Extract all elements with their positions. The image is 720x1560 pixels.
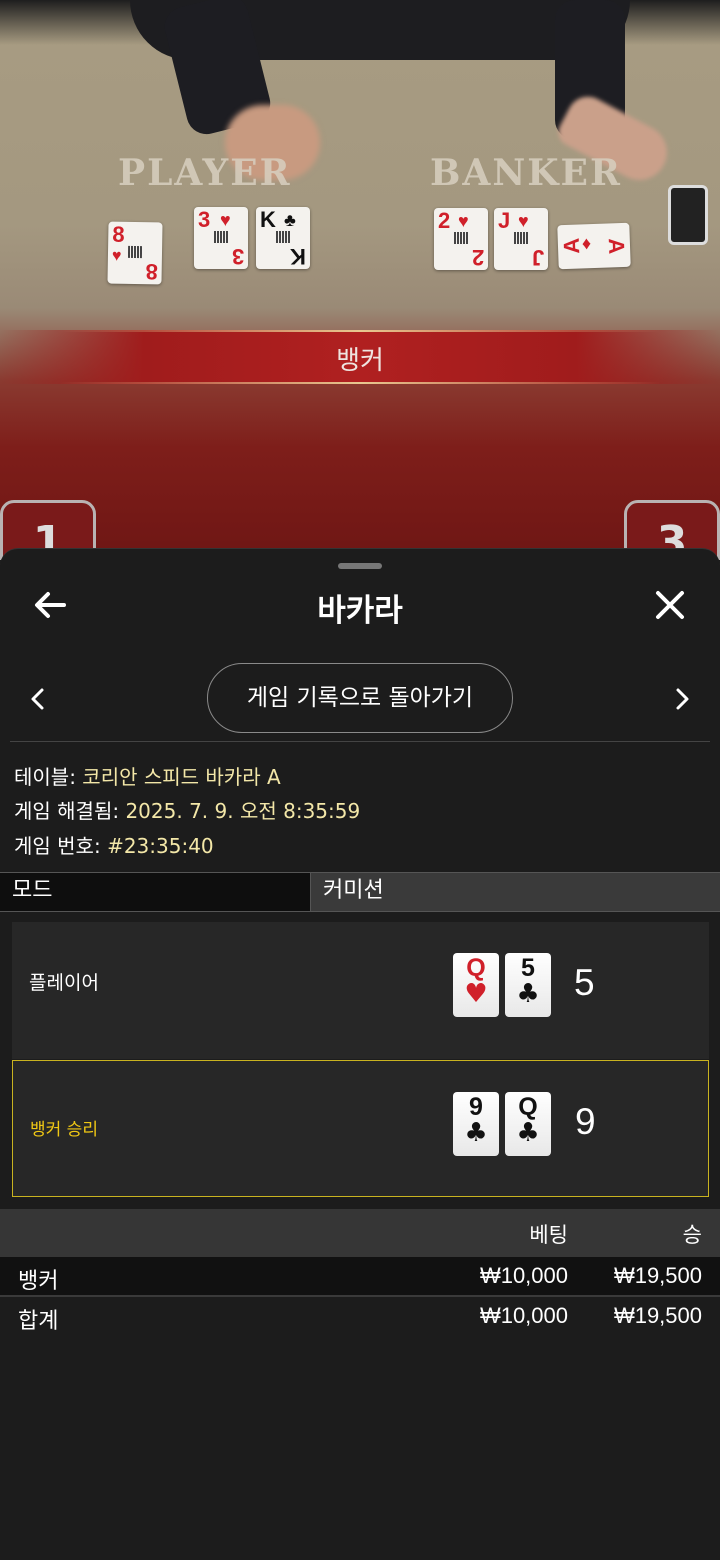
divider	[10, 741, 710, 742]
info-resolved-label: 게임 해결됨:	[14, 799, 126, 823]
card-barcode	[127, 245, 143, 259]
bet-name: 뱅커	[18, 1269, 59, 1294]
hand-row-banker: 뱅커 승리 9 ♣ Q ♣ 9	[12, 1060, 709, 1197]
table-card-rank: 3	[198, 207, 211, 232]
result-card: 9 ♣	[453, 1092, 499, 1156]
game-history-sheet: 바카라 게임 기록으로 돌아가기 테이블: 코리안 스피드 바카라 A 게임 해…	[0, 548, 720, 1560]
table-card-banker-3: A ♦ A	[557, 222, 631, 270]
result-banner-text: 뱅커	[336, 346, 384, 376]
table-card-rank-inverted: 3	[231, 244, 244, 269]
table-card-suit: ♣	[284, 210, 296, 230]
bet-amount: ₩10,000	[479, 1263, 568, 1288]
live-video-feed: PLAYER BANKER 8 ♥ 8 3 ♥ 3 K ♣ K 2 ♥ 2 J …	[0, 0, 720, 560]
info-table: 테이블: 코리안 스피드 바카라 A	[14, 761, 281, 790]
chevron-right-icon[interactable]	[668, 685, 696, 713]
bets-header-bet: 베팅	[529, 1223, 568, 1247]
hand-label-banker-win: 뱅커 승리	[30, 1120, 98, 1140]
card-barcode	[214, 231, 228, 243]
table-card-rank: 2	[438, 208, 451, 233]
hand-score-player: 5	[574, 962, 595, 1003]
bets-table-header: 베팅 승	[0, 1209, 720, 1257]
card-barcode	[454, 232, 468, 244]
win-amount: ₩19,500	[613, 1263, 702, 1288]
card-suit: ♣	[516, 1118, 540, 1148]
table-label-player: PLAYER	[118, 152, 292, 194]
drag-handle[interactable]	[338, 563, 382, 569]
total-win-amount: ₩19,500	[613, 1303, 702, 1328]
info-table-value: 코리안 스피드 바카라 A	[82, 765, 281, 789]
table-card-rank-inverted: K	[290, 244, 306, 269]
result-card: 5 ♣	[505, 953, 551, 1017]
sheet-title: 바카라	[317, 593, 403, 629]
chevron-left-icon[interactable]	[24, 685, 52, 713]
card-shoe	[668, 185, 708, 245]
tab-commission[interactable]: 커미션	[311, 873, 720, 911]
table-card-suit: ♥	[458, 211, 469, 231]
close-icon[interactable]	[650, 585, 690, 625]
card-suit: ♣	[516, 979, 540, 1009]
hand-score-banker: 9	[575, 1101, 596, 1142]
table-card-rank-inverted: 8	[145, 259, 158, 285]
info-resolved: 게임 해결됨: 2025. 7. 9. 오전 8:35:59	[14, 795, 360, 824]
total-bet-amount: ₩10,000	[479, 1303, 568, 1328]
info-round-label: 게임 번호:	[14, 834, 108, 858]
info-round-value: #23:35:40	[107, 834, 214, 858]
table-label-banker: BANKER	[430, 152, 622, 194]
result-card: Q ♣	[505, 1092, 551, 1156]
table-card-rank-inverted: 2	[471, 245, 484, 270]
table-card-rank-inverted: J	[531, 245, 544, 270]
result-tabs: 모드 커미션	[0, 872, 720, 912]
table-card-player-1: 8 ♥ 8	[107, 221, 163, 285]
table-card-suit: ♦	[581, 233, 592, 254]
total-label: 합계	[18, 1309, 59, 1334]
info-round: 게임 번호: #23:35:40	[14, 830, 214, 859]
bets-header-win: 승	[682, 1223, 702, 1247]
info-table-label: 테이블:	[14, 765, 83, 789]
back-to-history-button[interactable]: 게임 기록으로 돌아가기	[207, 663, 513, 733]
result-card: Q ♥	[453, 953, 499, 1017]
table-row: 뱅커 ₩10,000 ₩19,500	[0, 1257, 720, 1295]
table-card-rank: K	[260, 207, 276, 232]
table-card-suit: ♥	[518, 211, 529, 231]
table-card-rank-inverted: A	[603, 237, 630, 255]
card-barcode	[514, 232, 528, 244]
table-card-banker-2: J ♥ J	[494, 208, 548, 270]
table-card-rank: J	[498, 208, 511, 233]
card-barcode	[276, 231, 290, 243]
hand-row-player: 플레이어 Q ♥ 5 ♣ 5	[12, 922, 709, 1059]
table-card-suit: ♥	[220, 210, 231, 230]
card-suit: ♥	[464, 979, 488, 1009]
table-card-player-3: K ♣ K	[256, 207, 310, 269]
tab-mode[interactable]: 모드	[0, 873, 311, 911]
table-card-player-2: 3 ♥ 3	[194, 207, 248, 269]
table-card-banker-1: 2 ♥ 2	[434, 208, 488, 270]
bets-total-row: 합계 ₩10,000 ₩19,500	[0, 1295, 720, 1334]
table-card-suit: ♥	[111, 247, 122, 265]
info-resolved-value: 2025. 7. 9. 오전 8:35:59	[125, 799, 361, 823]
hand-label-player: 플레이어	[29, 972, 99, 994]
card-suit: ♣	[464, 1118, 488, 1148]
